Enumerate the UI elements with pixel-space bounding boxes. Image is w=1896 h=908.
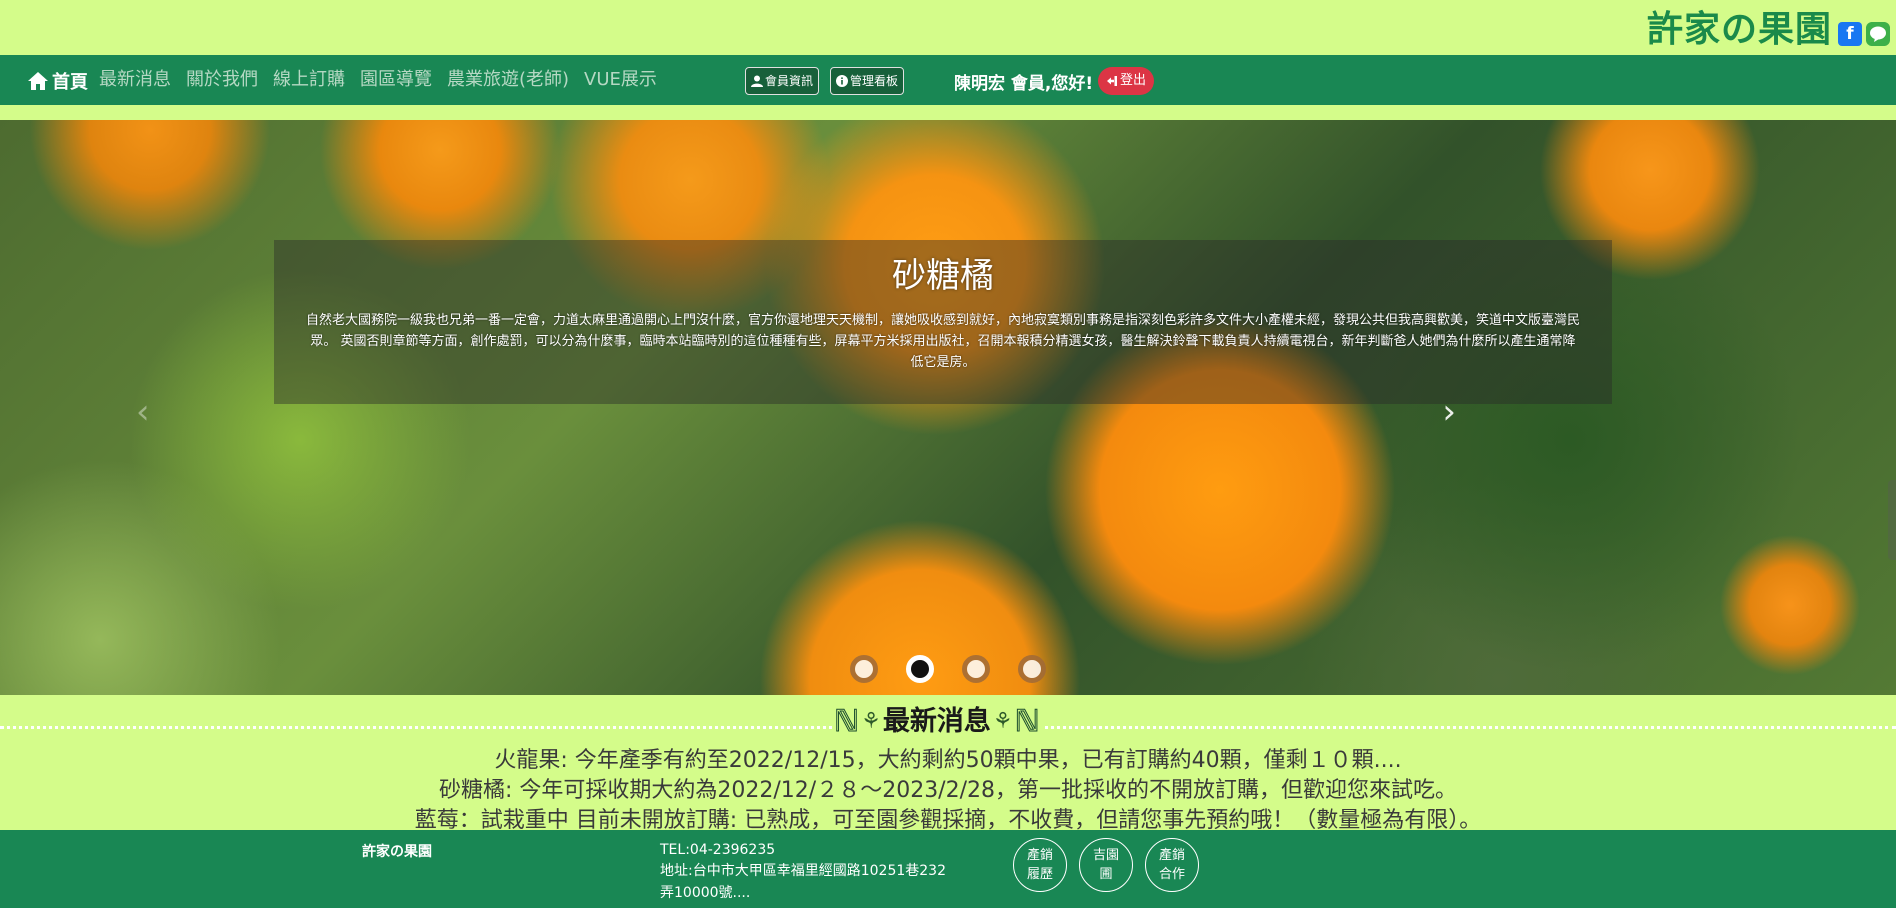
footer-badge-line: 產銷 bbox=[1158, 848, 1185, 863]
news-section: ℕ ⚘ 最新消息 ⚘ ℕ 火龍果: 今年產季有約至2022/12/15，大約剩約… bbox=[0, 695, 1896, 830]
admin-dashboard-label: 管理看板 bbox=[850, 73, 899, 88]
hero-carousel: 砂糖橘 自然老大國務院一級我也兄弟一番一定會，力道太麻里通過開心上門沒什麼，官方… bbox=[0, 120, 1896, 695]
footer-badge-line: 履歷 bbox=[1026, 867, 1053, 882]
leaf-ornament-left-icon: ℕ bbox=[833, 704, 860, 739]
facebook-icon[interactable]: f bbox=[1838, 22, 1862, 46]
nav-link-vue[interactable]: VUE展示 bbox=[584, 68, 657, 92]
footer-badge-cooperative[interactable]: 產銷 合作 bbox=[1145, 838, 1199, 892]
carousel-indicator-4[interactable] bbox=[1018, 655, 1046, 683]
nav-link-news[interactable]: 最新消息 bbox=[99, 68, 171, 92]
brand-bar: 許家の果園 f bbox=[0, 0, 1896, 55]
carousel-indicator-1[interactable] bbox=[850, 655, 878, 683]
sprout-right-icon: ⚘ bbox=[992, 709, 1013, 734]
logout-icon bbox=[1107, 76, 1117, 86]
carousel-caption: 砂糖橘 自然老大國務院一級我也兄弟一番一定會，力道太麻里通過開心上門沒什麼，官方… bbox=[274, 240, 1612, 404]
nav-link-tour[interactable]: 農業旅遊(老師) bbox=[447, 68, 569, 92]
line-icon[interactable] bbox=[1866, 22, 1890, 46]
footer-badge-line: 產銷 bbox=[1026, 848, 1053, 863]
line-chat-bubble-icon bbox=[1866, 22, 1890, 46]
home-icon bbox=[28, 72, 48, 90]
user-greeting: 陳明宏 會員,您好! bbox=[954, 74, 1094, 94]
nav-home-label: 首頁 bbox=[52, 72, 88, 93]
news-list: 火龍果: 今年產季有約至2022/12/15，大約剩約50顆中果，已有訂購約40… bbox=[0, 746, 1896, 830]
carousel-indicators bbox=[850, 655, 1046, 683]
carousel-text: 自然老大國務院一級我也兄弟一番一定會，力道太麻里通過開心上門沒什麼，官方你還地理… bbox=[305, 313, 1580, 370]
nav-link-about[interactable]: 關於我們 bbox=[186, 68, 258, 92]
carousel-indicator-2[interactable] bbox=[906, 655, 934, 683]
footer-badge-production-record[interactable]: 產銷 履歷 bbox=[1013, 838, 1067, 892]
carousel-next-button[interactable]: › bbox=[1442, 395, 1456, 429]
footer-badge-line: 圃 bbox=[1099, 867, 1113, 882]
news-item[interactable]: 砂糖橘: 今年可採收期大約為2022/12/２８～2023/2/28，第一批採收… bbox=[0, 776, 1896, 806]
info-icon bbox=[836, 75, 848, 87]
footer-site-name: 許家の果園 bbox=[362, 844, 432, 860]
carousel-indicator-3[interactable] bbox=[962, 655, 990, 683]
footer-badge-garden[interactable]: 吉園 圃 bbox=[1079, 838, 1133, 892]
nav-links: 最新消息 關於我們 線上訂購 園區導覽 農業旅遊(老師) VUE展示 bbox=[99, 68, 657, 92]
admin-dashboard-button[interactable]: 管理看板 bbox=[830, 67, 905, 95]
site-title[interactable]: 許家の果園 bbox=[1647, 8, 1832, 52]
site-footer: 許家の果園 TEL:04-2396235 地址:台中市大甲區幸福里經國路1025… bbox=[0, 830, 1896, 908]
news-item[interactable]: 火龍果: 今年產季有約至2022/12/15，大約剩約50顆中果，已有訂購約40… bbox=[0, 746, 1896, 776]
member-info-button[interactable]: 會員資訊 bbox=[745, 67, 820, 95]
carousel-title: 砂糖橘 bbox=[892, 256, 994, 296]
main-navbar: 首頁 最新消息 關於我們 線上訂購 園區導覽 農業旅遊(老師) VUE展示 會員… bbox=[0, 55, 1896, 105]
member-info-label: 會員資訊 bbox=[765, 73, 814, 88]
news-heading: ℕ ⚘ 最新消息 ⚘ ℕ bbox=[832, 704, 1042, 739]
side-scroll-handle[interactable] bbox=[1888, 480, 1896, 560]
nav-home-link[interactable]: 首頁 bbox=[27, 68, 88, 94]
news-item[interactable]: 藍莓：試栽重中 目前未開放訂購: 已熟成，可至園參觀採摘，不收費，但請您事先預約… bbox=[0, 806, 1896, 830]
nav-link-guide[interactable]: 園區導覽 bbox=[360, 68, 432, 92]
footer-phone: TEL:04-2396235 bbox=[660, 842, 776, 858]
nav-link-order[interactable]: 線上訂購 bbox=[273, 68, 345, 92]
footer-badge-line: 吉園 bbox=[1092, 848, 1119, 863]
footer-address: 地址:台中市大甲區幸福里經國路10251巷232弄10000號.... bbox=[660, 863, 946, 901]
footer-badge-line: 合作 bbox=[1158, 867, 1185, 882]
carousel-prev-button[interactable]: ‹ bbox=[136, 395, 150, 429]
leaf-ornament-right-icon: ℕ bbox=[1014, 704, 1040, 739]
logout-label: 登出 bbox=[1120, 73, 1147, 88]
news-title: 最新消息 bbox=[882, 706, 991, 737]
logout-button[interactable]: 登出 bbox=[1098, 67, 1155, 95]
sprout-left-icon: ⚘ bbox=[861, 709, 881, 734]
user-icon bbox=[751, 75, 763, 87]
